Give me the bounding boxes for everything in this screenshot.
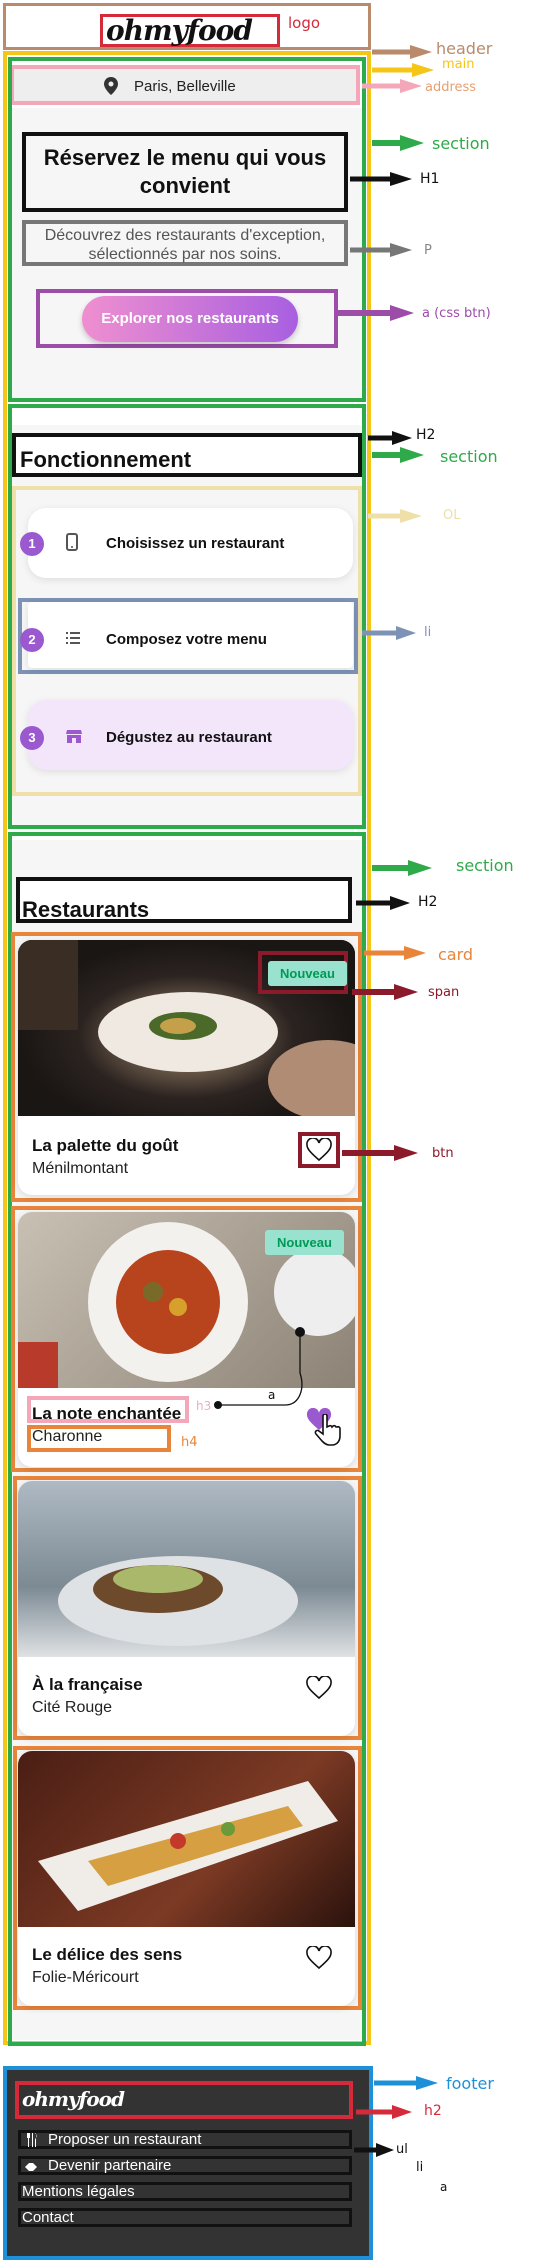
annotation-h2-restaurants: H2 xyxy=(418,894,438,910)
annotation-ul: ul xyxy=(396,2142,408,2157)
annotation-ol: OL xyxy=(443,508,461,523)
annotation-section-1: section xyxy=(432,134,490,153)
annotation-a-footer: a xyxy=(440,2180,448,2194)
annotation-btn: btn xyxy=(432,1146,454,1161)
annotation-li: li xyxy=(424,625,432,640)
annotation-h1: H1 xyxy=(420,171,440,187)
annotation-li-footer: li xyxy=(416,2160,424,2175)
annotation-footer: footer xyxy=(446,2074,494,2093)
annotation-p: P xyxy=(424,243,432,258)
annotation-a-btn: a (css btn) xyxy=(422,306,491,321)
annotation-h2-how: H2 xyxy=(416,427,436,443)
annotation-section-3: section xyxy=(456,856,514,875)
annotation-h2-footer: h2 xyxy=(424,2103,442,2119)
annotation-arrows xyxy=(338,45,438,2157)
annotation-section-2: section xyxy=(440,447,498,466)
annotation-span: span xyxy=(428,985,460,1000)
annotation-card: card xyxy=(438,945,474,964)
